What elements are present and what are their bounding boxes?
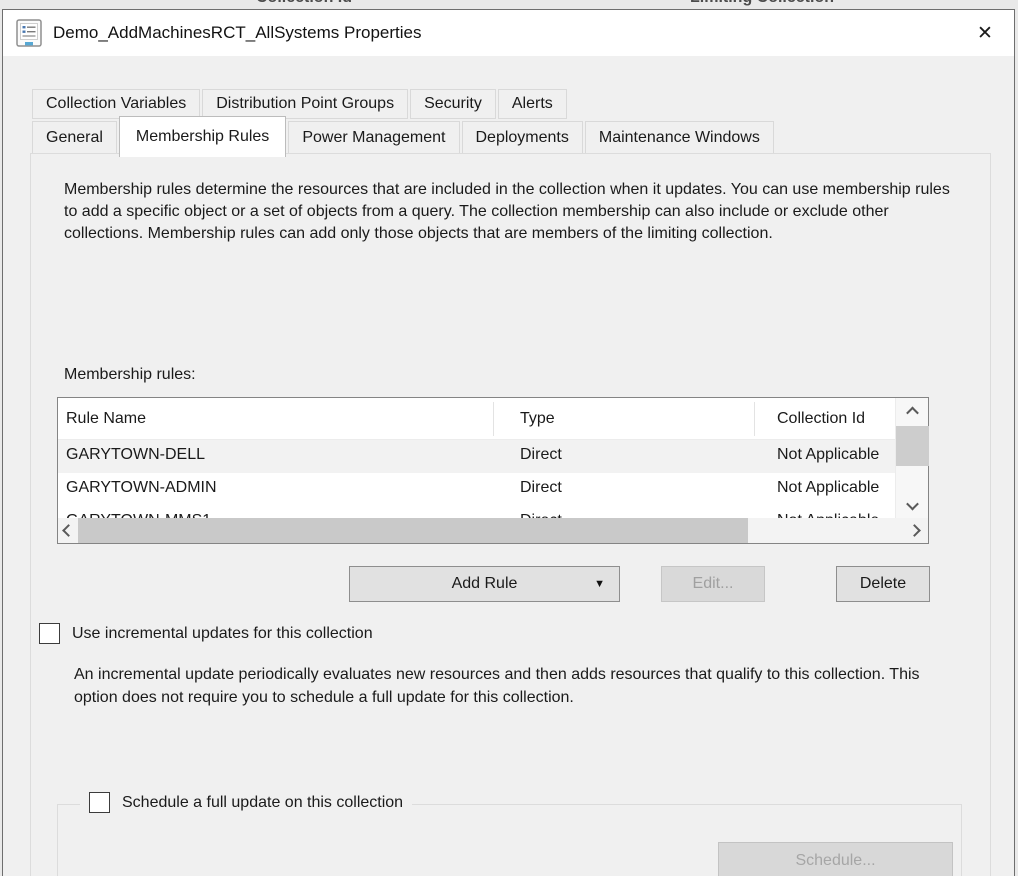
horizontal-scrollbar[interactable] (58, 518, 928, 543)
schedule-full-update-label[interactable]: Schedule a full update on this collectio… (122, 794, 403, 812)
table-row[interactable]: GARYTOWN-ADMIN Direct Not Applicable (58, 473, 895, 506)
table-header: Rule Name Type Collection Id (58, 398, 895, 440)
column-header-collection-id[interactable]: Collection Id (777, 398, 865, 439)
membership-rules-tab-page: Membership rules determine the resources… (30, 153, 991, 876)
edit-button[interactable]: Edit... (661, 566, 765, 602)
properties-sheet-icon (16, 19, 42, 47)
dialog-title: Demo_AddMachinesRCT_AllSystems Propertie… (53, 23, 421, 43)
add-rule-label: Add Rule (452, 575, 518, 593)
tab-maintenance-windows[interactable]: Maintenance Windows (585, 121, 774, 154)
close-icon[interactable]: ✕ (956, 10, 1014, 56)
schedule-group-box: Schedule a full update on this collectio… (57, 804, 962, 876)
properties-dialog: Demo_AddMachinesRCT_AllSystems Propertie… (2, 9, 1015, 876)
background-clipped-text: Limiting Collection (690, 0, 834, 7)
cell-type: Direct (520, 446, 562, 464)
column-divider[interactable] (754, 402, 755, 436)
scroll-right-icon[interactable] (904, 518, 924, 543)
tab-general[interactable]: General (32, 121, 117, 154)
cell-collection-id: Not Applicable (777, 446, 879, 464)
table-row[interactable]: GARYTOWN-DELL Direct Not Applicable (58, 440, 895, 473)
tab-alerts[interactable]: Alerts (498, 89, 567, 119)
column-divider[interactable] (493, 402, 494, 436)
column-header-rule-name[interactable]: Rule Name (66, 398, 146, 439)
tab-collection-variables[interactable]: Collection Variables (32, 89, 200, 119)
tab-power-management[interactable]: Power Management (288, 121, 459, 154)
cell-type: Direct (520, 479, 562, 497)
table-rows: GARYTOWN-DELL Direct Not Applicable GARY… (58, 440, 895, 518)
scroll-left-icon[interactable] (58, 518, 78, 543)
schedule-group-label-row: Schedule a full update on this collectio… (80, 792, 412, 813)
tab-row-primary: General Membership Rules Power Managemen… (32, 121, 776, 154)
incremental-updates-description: An incremental update periodically evalu… (74, 663, 942, 709)
cell-rule-name: GARYTOWN-ADMIN (66, 479, 217, 497)
tab-deployments[interactable]: Deployments (462, 121, 583, 154)
background-clipped-text: Collection Id (256, 0, 352, 7)
incremental-updates-label[interactable]: Use incremental updates for this collect… (72, 625, 373, 643)
membership-rules-description: Membership rules determine the resources… (64, 179, 951, 245)
background-window-strip: Collection Id Limiting Collection (0, 0, 1018, 9)
table-row-partial[interactable]: GARYTOWN-MMS1 Direct Not Applicable (58, 506, 895, 518)
vertical-scrollbar-thumb[interactable] (896, 426, 929, 466)
delete-button[interactable]: Delete (836, 566, 930, 602)
cell-rule-name: GARYTOWN-DELL (66, 446, 205, 464)
screen: Collection Id Limiting Collection Demo_A… (0, 0, 1018, 876)
add-rule-button[interactable]: Add Rule ▼ (349, 566, 620, 602)
incremental-updates-checkbox[interactable] (39, 623, 60, 644)
vertical-scrollbar[interactable] (895, 398, 928, 518)
membership-rules-table: Rule Name Type Collection Id GARYTOWN-DE… (57, 397, 929, 544)
scroll-up-icon[interactable] (896, 398, 929, 424)
incremental-updates-row: Use incremental updates for this collect… (39, 623, 373, 644)
title-bar: Demo_AddMachinesRCT_AllSystems Propertie… (3, 10, 1014, 56)
tab-security[interactable]: Security (410, 89, 496, 119)
schedule-button[interactable]: Schedule... (718, 842, 953, 876)
horizontal-scrollbar-thumb[interactable] (78, 518, 748, 543)
tab-distribution-point-groups[interactable]: Distribution Point Groups (202, 89, 408, 119)
membership-rules-label: Membership rules: (64, 366, 196, 384)
cell-collection-id: Not Applicable (777, 479, 879, 497)
tab-row-secondary: Collection Variables Distribution Point … (32, 89, 569, 119)
column-header-type[interactable]: Type (520, 398, 555, 439)
schedule-full-update-checkbox[interactable] (89, 792, 110, 813)
tab-membership-rules[interactable]: Membership Rules (119, 116, 286, 157)
scroll-down-icon[interactable] (896, 492, 929, 518)
dropdown-arrow-icon: ▼ (594, 578, 605, 590)
